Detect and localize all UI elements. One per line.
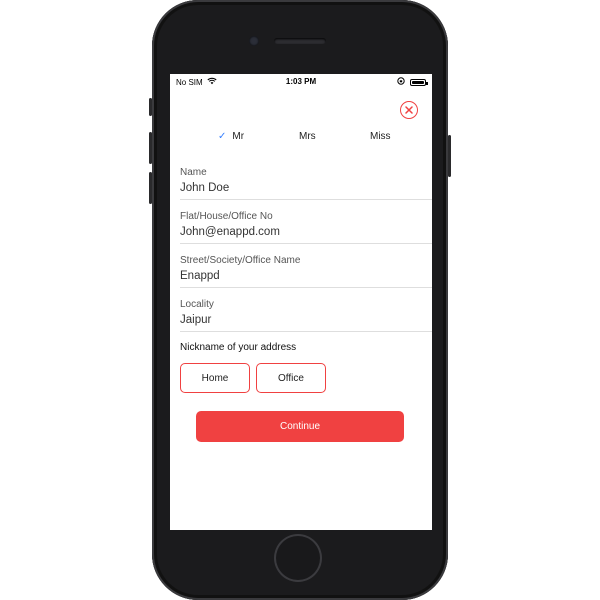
checkmark-icon: ✓ (218, 131, 227, 142)
title-option-label: Mrs (299, 131, 316, 142)
title-option-label: Miss (370, 131, 391, 142)
street-society-office-field[interactable]: Street/Society/Office Name Enappd (180, 244, 432, 288)
nickname-office-button[interactable]: Office (256, 363, 326, 393)
field-label: Street/Society/Office Name (180, 255, 301, 266)
nickname-home-button[interactable]: Home (180, 363, 250, 393)
title-option-label: Mr (232, 131, 245, 142)
power-button (448, 135, 451, 177)
title-option-miss[interactable]: Miss (370, 131, 391, 142)
flat-house-office-field[interactable]: Flat/House/Office No John@enappd.com (180, 200, 432, 244)
front-camera (249, 36, 259, 46)
flat-house-office-input[interactable]: John@enappd.com (180, 226, 280, 238)
title-option-mr[interactable]: ✓ Mr (218, 131, 244, 142)
locality-input[interactable]: Jaipur (180, 314, 211, 326)
name-input[interactable]: John Doe (180, 182, 229, 194)
battery-icon (410, 78, 428, 86)
title-option-mrs[interactable]: Mrs (299, 131, 316, 142)
field-label: Name (180, 167, 207, 178)
app-screen: No SIM 1:03 PM ✓ Mr Mrs Miss Name John D… (170, 74, 432, 530)
title-selector: ✓ Mr Mrs Miss (170, 131, 432, 147)
street-society-office-input[interactable]: Enappd (180, 270, 220, 282)
field-label: Locality (180, 299, 214, 310)
volume-down-button (149, 172, 152, 204)
name-field[interactable]: Name John Doe (180, 156, 432, 200)
phone-frame: No SIM 1:03 PM ✓ Mr Mrs Miss Name John D… (149, 0, 451, 600)
status-right (397, 77, 428, 87)
home-button[interactable] (276, 536, 320, 580)
nickname-label: Nickname of your address (180, 342, 297, 353)
volume-up-button (149, 132, 152, 164)
status-time: 1:03 PM (285, 77, 317, 86)
close-circle-icon (405, 101, 413, 119)
orientation-lock-icon (397, 77, 405, 87)
continue-label: Continue (279, 421, 321, 432)
continue-button[interactable]: Continue (196, 411, 404, 442)
status-bar: No SIM 1:03 PM (170, 74, 432, 88)
earpiece-speaker (274, 38, 326, 44)
chip-label: Home (201, 372, 229, 384)
close-button[interactable] (400, 101, 418, 119)
chip-label: Office (278, 372, 304, 384)
locality-field[interactable]: Locality Jaipur (180, 288, 432, 332)
field-label: Flat/House/Office No (180, 211, 273, 222)
silent-switch (149, 98, 152, 116)
